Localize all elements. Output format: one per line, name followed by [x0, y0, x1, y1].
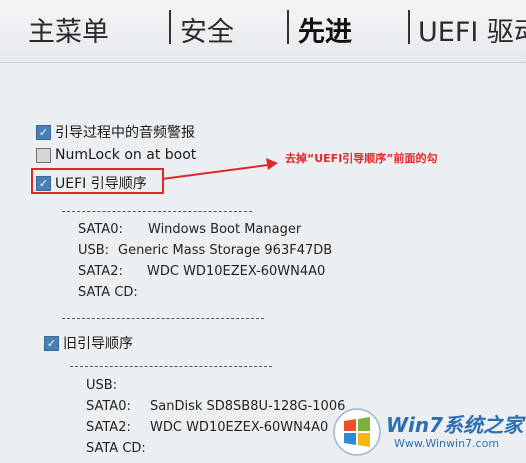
boot-entry-device: WDC WD10EZEX-60WN4A0: [150, 420, 329, 435]
tab-main-menu[interactable]: 主菜单: [28, 10, 109, 49]
tab-separator: [287, 10, 289, 44]
check-icon: ✓: [46, 336, 57, 350]
boot-entry-port: SATA CD:: [86, 441, 146, 456]
check-icon: ✓: [38, 176, 49, 190]
boot-entry-port: SATA2:: [78, 264, 123, 279]
tab-security[interactable]: 安全: [180, 10, 234, 49]
tab-separator: [169, 10, 171, 44]
boot-entry-port: SATA CD:: [78, 285, 138, 300]
numlock-label: NumLock on at boot: [55, 147, 197, 163]
legacy-boot-order-label: 旧引导顺序: [63, 336, 133, 352]
watermark-url: Www.Winwin7.com: [394, 437, 500, 450]
boot-entry-port: SATA2:: [86, 420, 131, 435]
uefi-boot-entry[interactable]: USB: Generic Mass Storage 963F47DB: [78, 243, 332, 258]
uefi-boot-entry[interactable]: SATA2: WDC WD10EZEX-60WN4A0: [78, 264, 325, 279]
uefi-list-end-divider: [62, 318, 264, 319]
advanced-settings-panel: ✓ 引导过程中的音频警报 NumLock on at boot ✓ UEFI 引…: [0, 62, 526, 463]
check-icon: ✓: [38, 125, 49, 139]
boot-entry-port: SATA0:: [86, 399, 131, 414]
numlock-checkbox[interactable]: [36, 147, 51, 163]
tab-separator: [408, 10, 410, 44]
boot-entry-device: Generic Mass Storage 963F47DB: [118, 243, 333, 258]
audio-alert-label: 引导过程中的音频警报: [55, 125, 195, 141]
legacy-list-divider: [70, 366, 272, 367]
legacy-boot-order-checkbox[interactable]: ✓: [44, 335, 59, 351]
legacy-boot-entry[interactable]: SATA CD:: [86, 441, 146, 456]
boot-entry-port: USB:: [86, 378, 118, 393]
legacy-boot-entry[interactable]: USB:: [86, 378, 117, 393]
watermark-brand: Win7系统之家: [386, 413, 524, 437]
legacy-boot-order-option[interactable]: ✓ 旧引导顺序: [44, 333, 133, 353]
boot-entry-device: SanDisk SD8SB8U-128G-1006: [150, 399, 346, 414]
tab-uefi-drivers[interactable]: UEFI 驱动: [418, 10, 526, 49]
uefi-boot-order-label: UEFI 引导顺序: [55, 176, 147, 192]
audio-alert-option[interactable]: ✓ 引导过程中的音频警报: [36, 122, 195, 142]
legacy-boot-entry[interactable]: SATA0: SanDisk SD8SB8U-128G-1006: [86, 399, 345, 414]
uefi-boot-entry[interactable]: SATA CD:: [78, 285, 138, 300]
watermark: Win7系统之家 Www.Winwin7.com: [330, 405, 524, 459]
boot-entry-device: Windows Boot Manager: [148, 222, 302, 237]
uefi-list-divider: [62, 211, 252, 212]
boot-entry-port: USB:: [78, 243, 110, 258]
top-menu-bar: 主菜单 安全 先进 UEFI 驱动: [0, 0, 526, 63]
tab-advanced[interactable]: 先进: [298, 10, 352, 49]
legacy-boot-entry[interactable]: SATA2: WDC WD10EZEX-60WN4A0: [86, 420, 328, 435]
windows-logo-icon: [333, 408, 381, 456]
boot-entry-port: SATA0:: [78, 222, 123, 237]
annotation-text: 去掉“UEFI引导顺序”前面的勾: [285, 152, 438, 165]
audio-alert-checkbox[interactable]: ✓: [36, 124, 51, 140]
uefi-boot-order-option[interactable]: ✓ UEFI 引导顺序: [36, 173, 147, 193]
boot-entry-device: WDC WD10EZEX-60WN4A0: [147, 264, 326, 279]
numlock-option[interactable]: NumLock on at boot: [36, 147, 196, 163]
uefi-boot-order-checkbox[interactable]: ✓: [36, 175, 51, 191]
uefi-boot-entry[interactable]: SATA0: Windows Boot Manager: [78, 222, 301, 237]
